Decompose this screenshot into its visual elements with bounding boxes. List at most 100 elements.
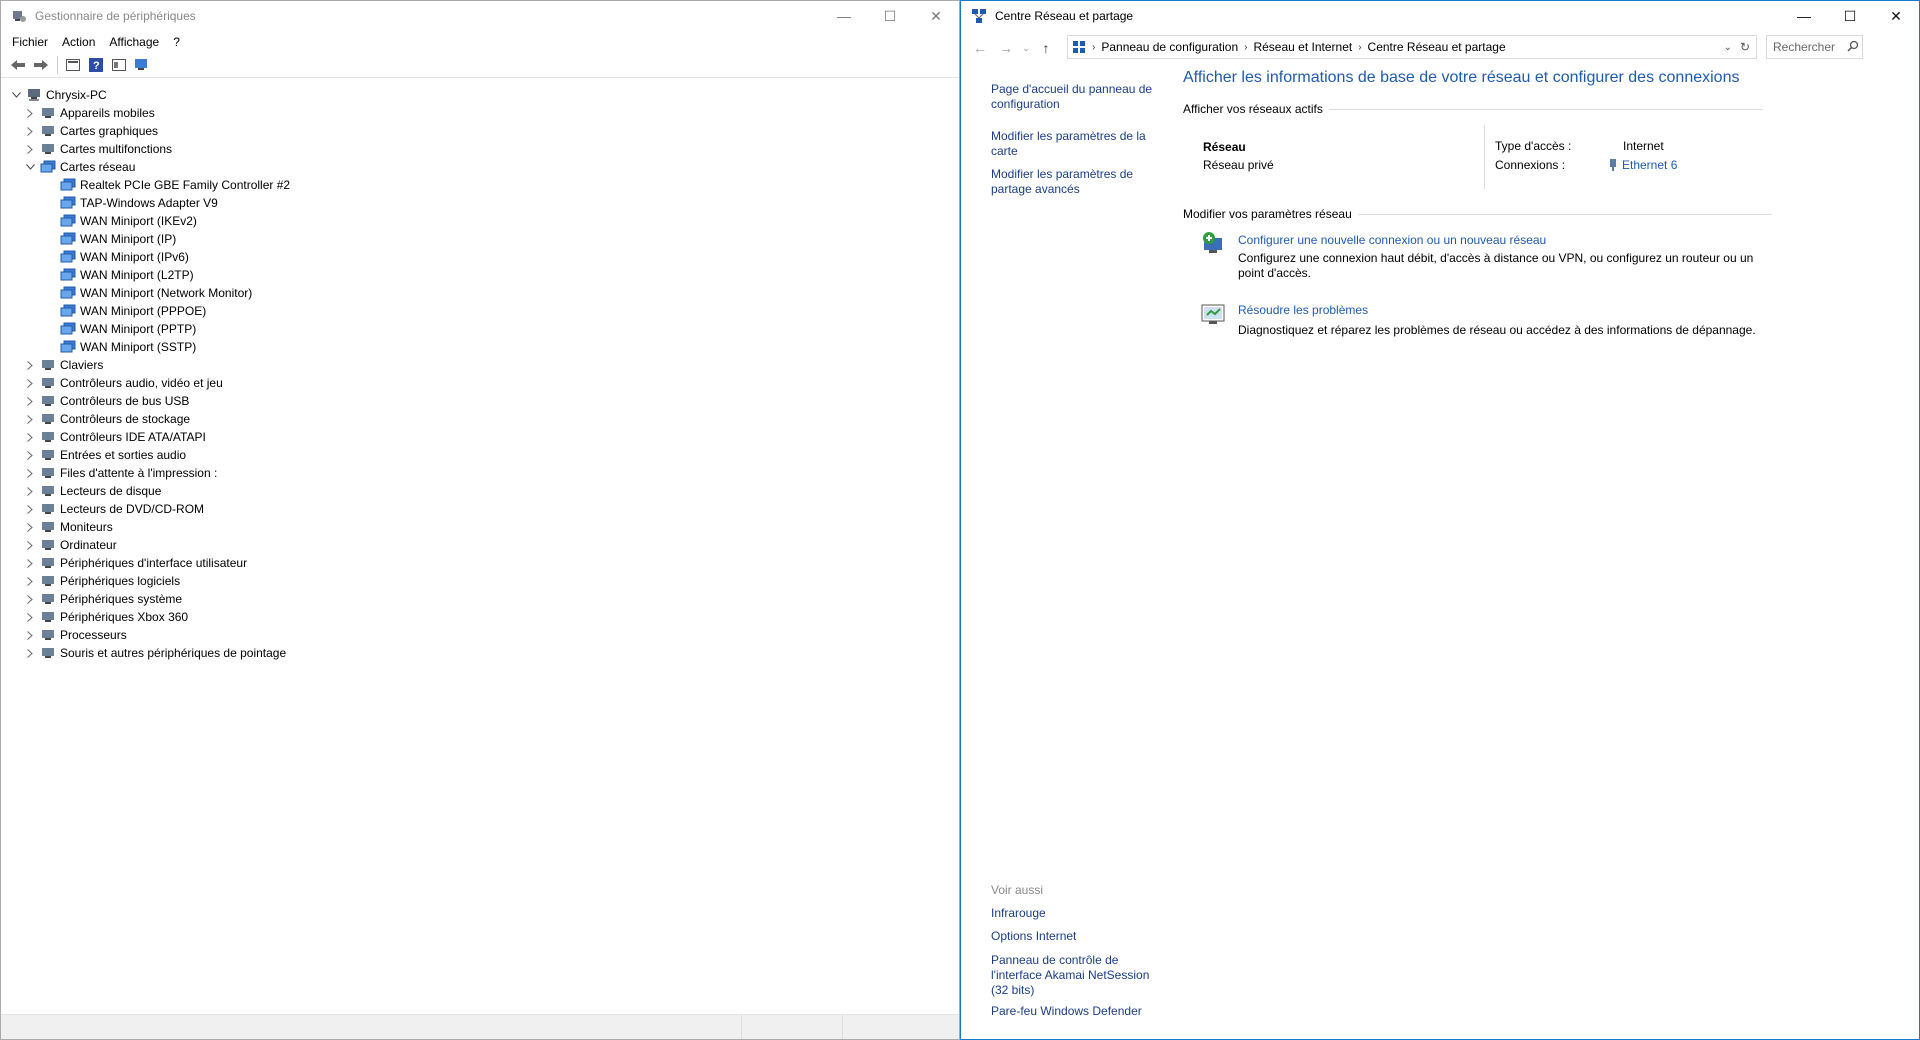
view-icon[interactable] [108,55,130,75]
collapse-chevron-icon[interactable] [23,164,37,170]
tree-category[interactable]: Appareils mobiles [23,104,155,122]
tree-category[interactable]: Claviers [23,356,103,374]
tree-category[interactable]: Contrôleurs IDE ATA/ATAPI [23,428,206,446]
menu-action[interactable]: Action [55,35,102,49]
scan-hardware-icon[interactable] [131,55,153,75]
menu-affichage[interactable]: Affichage [102,35,166,49]
expand-chevron-icon[interactable] [23,558,37,568]
collapse-chevron-icon[interactable] [9,92,23,98]
window-title: Centre Réseau et partage [995,9,1134,23]
network-type[interactable]: Réseau privé [1203,158,1274,172]
menu-help[interactable]: ? [166,35,187,49]
expand-chevron-icon[interactable] [23,396,37,406]
see-also-defender-firewall-link[interactable]: Pare-feu Windows Defender [991,1004,1161,1019]
tree-category[interactable]: Périphériques système [23,590,182,608]
close-button[interactable]: ✕ [1873,1,1919,31]
section-divider [1328,108,1763,110]
see-also-infrared-link[interactable]: Infrarouge [991,906,1161,921]
expand-chevron-icon[interactable] [23,432,37,442]
expand-chevron-icon[interactable] [23,450,37,460]
expand-chevron-icon[interactable] [23,630,37,640]
device-category-icon [40,358,56,372]
tree-category[interactable]: Moniteurs [23,518,113,536]
forward-arrow-icon[interactable]: → [993,36,1019,60]
tree-category[interactable]: Périphériques Xbox 360 [23,608,188,626]
tree-root[interactable]: Chrysix-PC [9,86,107,104]
tree-device[interactable]: WAN Miniport (PPPOE) [57,302,206,320]
advanced-sharing-settings-link[interactable]: Modifier les paramètres de partage avanc… [991,167,1161,197]
menu-fichier[interactable]: Fichier [5,35,55,49]
breadcrumb-network-center[interactable]: Centre Réseau et partage [1368,40,1506,54]
tree-device[interactable]: WAN Miniport (PPTP) [57,320,196,338]
tree-device[interactable]: WAN Miniport (L2TP) [57,266,194,284]
tree-category[interactable]: Contrôleurs de bus USB [23,392,189,410]
expand-chevron-icon[interactable] [23,108,37,118]
expand-chevron-icon[interactable] [23,576,37,586]
minimize-button[interactable]: — [1781,1,1827,31]
forward-icon[interactable] [30,55,52,75]
refresh-icon[interactable]: ↻ [1740,40,1750,54]
tree-device[interactable]: WAN Miniport (IPv6) [57,248,189,266]
tree-category[interactable]: Souris et autres périphériques de pointa… [23,644,286,662]
address-bar[interactable]: › Panneau de configuration › Réseau et I… [1067,35,1757,59]
tree-category[interactable]: Cartes graphiques [23,122,158,140]
tree-category[interactable]: Contrôleurs de stockage [23,410,190,428]
up-arrow-icon[interactable]: ↑ [1033,36,1059,60]
tree-device[interactable]: TAP-Windows Adapter V9 [57,194,218,212]
maximize-button[interactable]: ☐ [867,1,913,31]
tree-category[interactable]: Entrées et sorties audio [23,446,186,464]
tree-category[interactable]: Lecteurs de DVD/CD-ROM [23,500,204,518]
tree-category-network-adapters[interactable]: Cartes réseau [23,158,135,176]
expand-chevron-icon[interactable] [23,486,37,496]
expand-chevron-icon[interactable] [23,126,37,136]
maximize-button[interactable]: ☐ [1827,1,1873,31]
expand-chevron-icon[interactable] [23,414,37,424]
expand-chevron-icon[interactable] [23,144,37,154]
ethernet-connection-link[interactable]: Ethernet 6 [1608,158,1677,172]
troubleshoot-link[interactable]: Résoudre les problèmes [1238,303,1368,317]
device-manager-titlebar[interactable]: Gestionnaire de périphériques — ☐ ✕ [1,1,959,31]
tree-device[interactable]: Realtek PCIe GBE Family Controller #2 [57,176,290,194]
help-icon[interactable]: ? [85,55,107,75]
expand-chevron-icon[interactable] [23,468,37,478]
see-also-akamai-link[interactable]: Panneau de contrôle de l'interface Akama… [991,953,1161,998]
properties-icon[interactable] [62,55,84,75]
expand-chevron-icon[interactable] [23,594,37,604]
minimize-button[interactable]: — [821,1,867,31]
tree-device[interactable]: WAN Miniport (SSTP) [57,338,196,356]
tree-category[interactable]: Périphériques d'interface utilisateur [23,554,247,572]
tree-category[interactable]: Ordinateur [23,536,117,554]
tree-device[interactable]: WAN Miniport (Network Monitor) [57,284,252,302]
expand-chevron-icon[interactable] [23,360,37,370]
expand-chevron-icon[interactable] [23,612,37,622]
search-input[interactable] [1767,39,1847,55]
breadcrumb-network-internet[interactable]: Réseau et Internet [1253,40,1352,54]
tree-category[interactable]: Cartes multifonctions [23,140,172,158]
expand-chevron-icon[interactable] [23,504,37,514]
tree-device[interactable]: WAN Miniport (IP) [57,230,176,248]
see-also-internet-options-link[interactable]: Options Internet [991,929,1161,944]
expand-chevron-icon[interactable] [23,522,37,532]
expand-chevron-icon[interactable] [23,648,37,658]
expand-chevron-icon[interactable] [23,540,37,550]
tree-category[interactable]: Contrôleurs audio, vidéo et jeu [23,374,223,392]
tree-category[interactable]: Lecteurs de disque [23,482,161,500]
network-center-titlebar[interactable]: Centre Réseau et partage — ☐ ✕ [961,1,1919,31]
setup-new-connection-link[interactable]: Configurer une nouvelle connexion ou un … [1238,233,1546,247]
expand-chevron-icon[interactable] [23,378,37,388]
control-panel-home-link[interactable]: Page d'accueil du panneau de configurati… [991,82,1161,112]
tree-category[interactable]: Périphériques logiciels [23,572,180,590]
close-button[interactable]: ✕ [913,1,959,31]
back-arrow-icon[interactable]: ← [967,36,993,60]
breadcrumb-control-panel[interactable]: Panneau de configuration [1101,40,1238,54]
back-icon[interactable] [7,55,29,75]
recent-chevron-icon[interactable]: ⌄ [1019,36,1033,60]
address-dropdown-icon[interactable]: ⌄ [1724,42,1732,53]
change-adapter-settings-link[interactable]: Modifier les paramètres de la carte [991,129,1161,159]
tree-device[interactable]: WAN Miniport (IKEv2) [57,212,197,230]
search-icon[interactable] [1847,40,1859,55]
tree-category[interactable]: Processeurs [23,626,127,644]
network-adapter-icon [60,196,76,210]
device-manager-window: Gestionnaire de périphériques — ☐ ✕ Fich… [0,0,960,1040]
tree-category[interactable]: Files d'attente à l'impression : [23,464,217,482]
